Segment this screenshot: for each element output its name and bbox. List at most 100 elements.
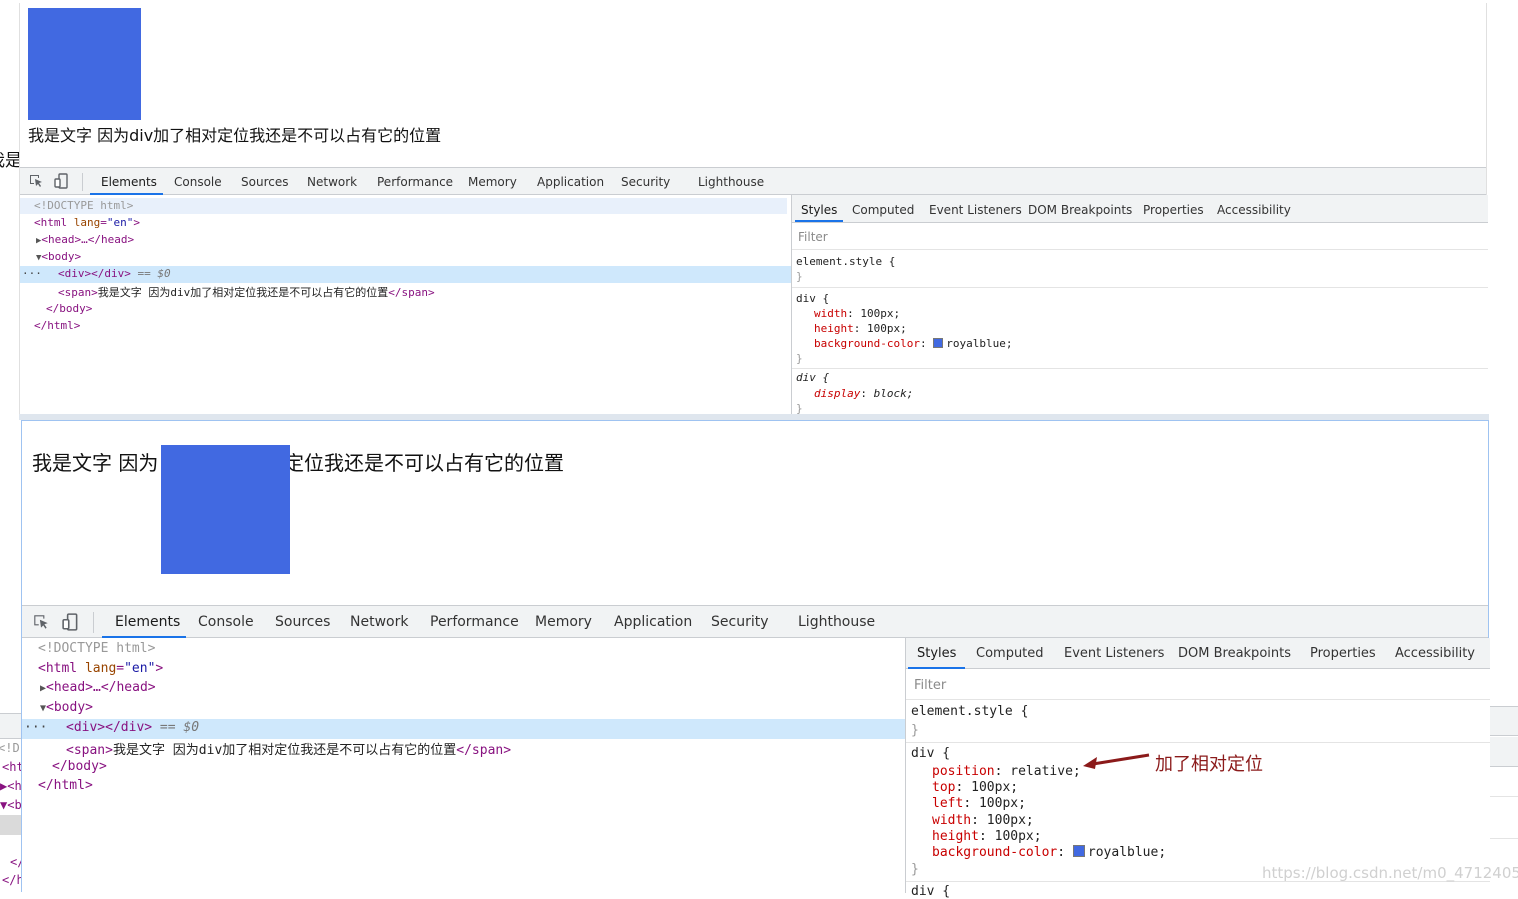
dom-body[interactable]: ▼<body>: [40, 700, 93, 715]
css-decl[interactable]: background-color: royalblue;: [932, 845, 1166, 860]
tab-console[interactable]: Console: [198, 614, 254, 630]
blue-div-box: [28, 8, 141, 120]
styles-tabs: Styles Computed Event Listeners DOM Brea…: [792, 195, 1488, 223]
underlying-right-line: [1489, 796, 1518, 797]
dom-html-close[interactable]: </html>: [38, 778, 93, 793]
rule-separator: [792, 287, 1488, 288]
styles-pane: Styles Computed Event Listeners DOM Brea…: [905, 638, 1490, 899]
dom-span[interactable]: <span>我是文字 因为div加了相对定位我还是不可以占有它的位置</span…: [66, 739, 511, 758]
styles-tab-accessibility[interactable]: Accessibility: [1395, 646, 1475, 661]
color-swatch-icon[interactable]: [933, 338, 944, 348]
css-decl[interactable]: top: 100px;: [932, 780, 1018, 795]
inspect-element-icon[interactable]: [28, 173, 44, 193]
devtools: Elements Console Sources Network Perform…: [22, 605, 1490, 899]
filter-placeholder: Filter: [798, 230, 828, 244]
tab-application[interactable]: Application: [614, 614, 692, 630]
tab-application[interactable]: Application: [537, 175, 604, 189]
page-span-text-after: 定位我还是不可以占有它的位置: [284, 451, 564, 475]
dom-html[interactable]: <html lang="en">: [38, 661, 163, 676]
device-toggle-icon[interactable]: [54, 173, 70, 193]
devtools-toolbar: Elements Console Sources Network Perform…: [20, 167, 1486, 195]
tab-performance[interactable]: Performance: [430, 614, 519, 630]
dom-ellipsis[interactable]: ···: [24, 720, 47, 735]
styles-filter-input[interactable]: Filter: [906, 673, 1490, 700]
dom-div-selected[interactable]: <div></div> == $0: [66, 720, 199, 735]
toolbar-separator: [93, 612, 94, 633]
watermark: https://blog.csdn.net/m0_47124054: [1262, 864, 1518, 882]
styles-tab-event-listeners[interactable]: Event Listeners: [929, 203, 1022, 217]
device-toggle-icon[interactable]: [62, 613, 80, 635]
styles-tab-computed[interactable]: Computed: [976, 646, 1044, 661]
element-style-close: }: [911, 723, 919, 738]
css-decl[interactable]: height: 100px;: [814, 322, 907, 335]
styles-tab-styles[interactable]: Styles: [801, 203, 837, 217]
tab-sources[interactable]: Sources: [275, 614, 330, 630]
rule-separator: [792, 368, 1488, 369]
styles-tab-dom-breakpoints[interactable]: DOM Breakpoints: [1178, 646, 1291, 661]
dom-ellipsis[interactable]: ···: [22, 267, 42, 280]
ua-css-decl: display: block;: [814, 387, 914, 400]
tab-security[interactable]: Security: [621, 175, 670, 189]
underlying-right-strip: [1489, 706, 1518, 736]
css-decl[interactable]: width: 100px;: [814, 307, 900, 320]
dom-span[interactable]: <span>我是文字 因为div加了相对定位我还是不可以占有它的位置</span…: [58, 284, 435, 300]
dom-body-close[interactable]: </body>: [46, 302, 92, 315]
annotation-arrow-icon: [1081, 750, 1151, 776]
underlying-window-strip: <!D <htı ▶<h ▼<b </ </h: [0, 705, 31, 892]
underlying-toolbar: [0, 713, 21, 739]
doctype-row-highlight: [20, 198, 787, 214]
tab-memory[interactable]: Memory: [535, 614, 592, 630]
css-decl[interactable]: background-color: royalblue;: [814, 337, 1012, 350]
filter-placeholder: Filter: [914, 678, 947, 693]
dom-body-close[interactable]: </body>: [52, 759, 107, 774]
styles-tab-styles[interactable]: Styles: [917, 646, 956, 661]
dom-html-close[interactable]: </html>: [34, 319, 80, 332]
elements-tree: <!DOCTYPE html> <html lang="en"> ▶<head>…: [20, 195, 791, 415]
underlying-fragment: ▶<h: [0, 779, 22, 793]
styles-tab-properties[interactable]: Properties: [1310, 646, 1376, 661]
color-swatch-icon[interactable]: [1072, 845, 1085, 857]
styles-tab-dom-breakpoints[interactable]: DOM Breakpoints: [1028, 203, 1132, 217]
underlying-fragment: ▼<b: [0, 798, 22, 812]
styles-tab-computed[interactable]: Computed: [852, 203, 914, 217]
tab-memory[interactable]: Memory: [468, 175, 517, 189]
tab-elements[interactable]: Elements: [101, 175, 157, 189]
devtools-toolbar: Elements Console Sources Network Perform…: [22, 605, 1488, 638]
ua-rule-selector: div {: [796, 371, 830, 384]
dom-div-selected[interactable]: <div></div> == $0: [58, 267, 171, 280]
blue-div-box-relative: [161, 445, 290, 574]
css-decl[interactable]: left: 100px;: [932, 796, 1026, 811]
tab-security[interactable]: Security: [711, 614, 769, 630]
tab-performance[interactable]: Performance: [377, 175, 453, 189]
page-span-text: 我是文字 因为div加了相对定位我还是不可以占有它的位置: [28, 126, 442, 145]
tab-console[interactable]: Console: [174, 175, 222, 189]
underlying-fragment: <!D: [0, 741, 20, 755]
element-style-close: }: [796, 270, 803, 283]
css-decl[interactable]: height: 100px;: [932, 829, 1042, 844]
styles-tab-accessibility[interactable]: Accessibility: [1217, 203, 1291, 217]
rule-separator: [906, 742, 1490, 743]
elements-tree: <!DOCTYPE html> <html lang="en"> ▶<head>…: [22, 638, 905, 893]
styles-filter-input[interactable]: Filter: [792, 226, 1488, 250]
tab-lighthouse[interactable]: Lighthouse: [798, 614, 875, 630]
dom-head[interactable]: ▶<head>…</head>: [36, 233, 134, 246]
dom-body[interactable]: ▼<body>: [36, 250, 81, 263]
tab-network[interactable]: Network: [307, 175, 357, 189]
css-decl[interactable]: width: 100px;: [932, 813, 1034, 828]
inspect-element-icon[interactable]: [32, 613, 50, 635]
div-rule-selector: div {: [796, 292, 830, 305]
dom-html[interactable]: <html lang="en">: [34, 216, 140, 229]
tab-lighthouse[interactable]: Lighthouse: [698, 175, 764, 189]
dom-doctype[interactable]: <!DOCTYPE html>: [38, 641, 155, 656]
tab-network[interactable]: Network: [350, 614, 408, 630]
annotation-label: 加了相对定位: [1155, 754, 1263, 775]
styles-tab-underline: [795, 220, 843, 222]
tab-sources[interactable]: Sources: [241, 175, 288, 189]
dom-doctype[interactable]: <!DOCTYPE html>: [34, 199, 133, 212]
tab-elements[interactable]: Elements: [115, 614, 180, 630]
css-decl[interactable]: position: relative;: [932, 764, 1081, 779]
styles-tab-event-listeners[interactable]: Event Listeners: [1064, 646, 1164, 661]
styles-tab-properties[interactable]: Properties: [1143, 203, 1204, 217]
dom-head[interactable]: ▶<head>…</head>: [40, 680, 156, 695]
styles-tabs: Styles Computed Event Listeners DOM Brea…: [906, 638, 1490, 669]
